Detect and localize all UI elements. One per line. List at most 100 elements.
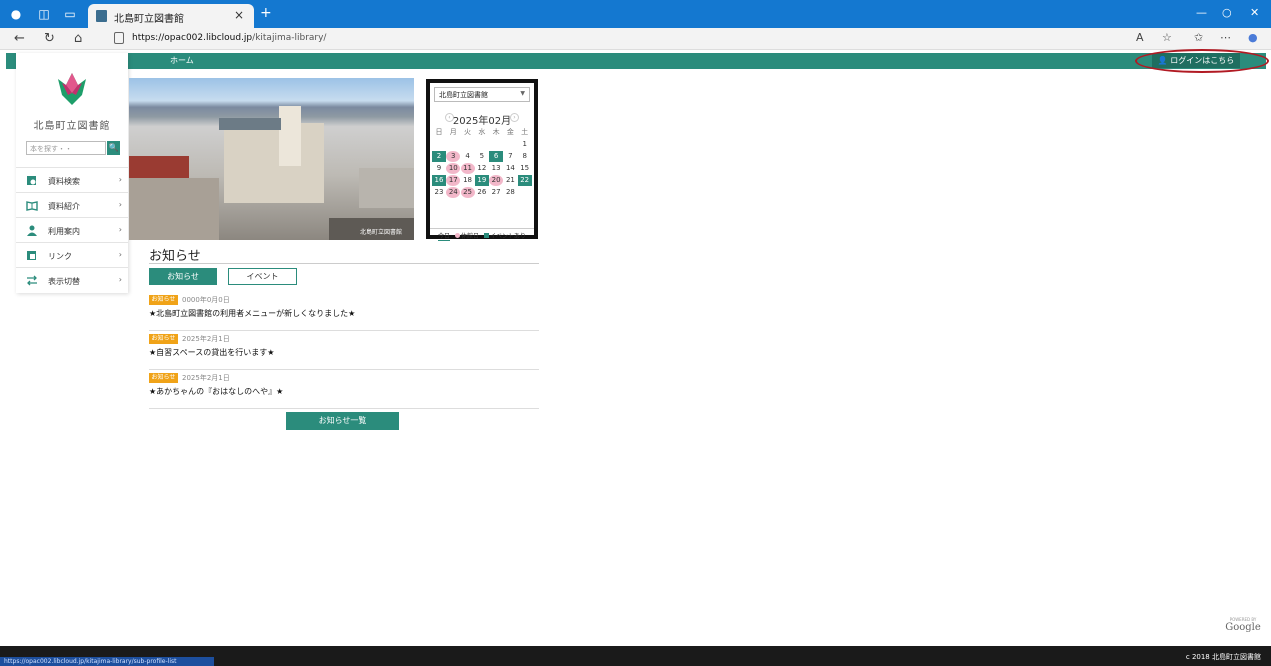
home-link[interactable]: ホーム: [170, 55, 194, 66]
copilot-icon[interactable]: ●: [1248, 31, 1258, 44]
calendar-day[interactable]: 16: [432, 175, 446, 186]
calendar-day[interactable]: 2: [432, 151, 446, 162]
menu-label: 資料紹介: [48, 202, 80, 211]
highlight-annotation-ring: [1135, 49, 1269, 73]
close-tab-icon[interactable]: ×: [234, 8, 244, 22]
more-icon[interactable]: ⋯: [1220, 31, 1231, 44]
close-window-icon[interactable]: ✕: [1250, 6, 1259, 19]
favorites-icon[interactable]: ✩: [1194, 31, 1203, 44]
calendar-day[interactable]: 11: [460, 163, 475, 174]
news-date: 0000年0月0日: [182, 296, 230, 304]
open-book-icon: [26, 201, 38, 211]
calendar-day: [489, 139, 503, 150]
event-square-icon: [483, 233, 489, 238]
news-item[interactable]: お知らせ 2025年2月1日 ★あかちゃんの『おはなしのへや』★: [149, 371, 539, 409]
legend-today[interactable]: 今日: [438, 233, 451, 241]
library-select[interactable]: 北島町立図書館 ▼: [434, 87, 530, 102]
status-bar-url: https://opac002.libcloud.jp/kitajima-lib…: [0, 657, 214, 666]
calendar-day[interactable]: 6: [489, 151, 504, 162]
calendar-day[interactable]: 12: [475, 163, 489, 174]
chevron-down-icon: ▼: [520, 90, 525, 97]
library-logo-icon[interactable]: [54, 69, 90, 109]
menu-item-material-search[interactable]: 資料検索 ›: [16, 167, 128, 192]
calendar-day[interactable]: 4: [461, 151, 475, 162]
search-input[interactable]: 本を探す・・: [26, 141, 106, 155]
url-field[interactable]: https://opac002.libcloud.jp/kitajima-lib…: [108, 30, 1118, 48]
news-title[interactable]: ★あかちゃんの『おはなしのへや』★: [149, 386, 283, 397]
chevron-right-icon: ›: [118, 200, 122, 209]
calendar-day[interactable]: 22: [517, 175, 532, 186]
menu-label: 利用案内: [48, 227, 80, 236]
calendar-day[interactable]: 26: [475, 187, 489, 198]
calendar-day[interactable]: 17: [446, 175, 461, 186]
calendar-day[interactable]: 25: [460, 187, 475, 198]
calendar-day[interactable]: 15: [518, 163, 532, 174]
calendar-day[interactable]: 23: [432, 187, 446, 198]
new-tab-button[interactable]: +: [260, 5, 272, 21]
holiday-dot-icon: [454, 233, 460, 238]
profile-icon[interactable]: ●: [8, 6, 24, 22]
workspaces-icon[interactable]: ◫: [36, 6, 52, 22]
tab-actions-icon[interactable]: ▭: [62, 6, 78, 22]
calendar-day[interactable]: 7: [503, 151, 517, 162]
news-badge: お知らせ: [149, 295, 178, 305]
calendar-day[interactable]: 18: [461, 175, 475, 186]
calendar-day: [432, 139, 446, 150]
refresh-icon[interactable]: ↻: [44, 31, 55, 46]
library-building-photo: 北島町立図書館: [129, 78, 414, 240]
calendar-day: [503, 139, 517, 150]
legend-holiday: 休館日: [460, 233, 479, 240]
calendar-day[interactable]: 27: [489, 187, 503, 198]
calendar-day[interactable]: 28: [503, 187, 517, 198]
address-bar-row: ← ↻ ⌂ https://opac002.libcloud.jp/kitaji…: [0, 28, 1271, 50]
calendar-day: [446, 139, 460, 150]
maximize-icon[interactable]: ○: [1222, 6, 1232, 19]
news-badge: お知らせ: [149, 334, 178, 344]
calendar-day[interactable]: 5: [475, 151, 489, 162]
switch-icon: [27, 275, 37, 286]
news-item[interactable]: お知らせ 0000年0月0日 ★北島町立図書館の利用者メニューが新しくなりました…: [149, 293, 539, 331]
minimize-icon[interactable]: —: [1196, 6, 1207, 19]
news-title[interactable]: ★北島町立図書館の利用者メニューが新しくなりました★: [149, 308, 355, 319]
browser-tab[interactable]: 北島町立図書館 ×: [88, 4, 254, 28]
read-aloud-icon[interactable]: A: [1136, 31, 1144, 44]
link-icon: [27, 251, 36, 260]
calendar-legend: 今日 休館日 イベントあり: [430, 228, 534, 241]
calendar-grid: 日月火水木金土 1 2 3 4 5 6 7 8 9 10 11 12 13 14 15 16 17 18 19 20 21…: [432, 127, 532, 199]
all-news-button[interactable]: お知らせ一覧: [286, 412, 399, 430]
back-icon[interactable]: ←: [14, 31, 25, 46]
tab-news[interactable]: お知らせ: [149, 268, 217, 285]
calendar-day[interactable]: 3: [446, 151, 461, 162]
news-heading: お知らせ: [149, 249, 201, 264]
calendar-day[interactable]: 8: [518, 151, 532, 162]
menu-item-display-switch[interactable]: 表示切替 ›: [16, 267, 128, 292]
menu-item-material-intro[interactable]: 資料紹介 ›: [16, 192, 128, 217]
library-select-value: 北島町立図書館: [439, 91, 488, 99]
news-date: 2025年2月1日: [182, 374, 230, 382]
calendar-day[interactable]: 13: [489, 163, 503, 174]
calendar-day[interactable]: 1: [518, 139, 532, 150]
site-header-bar: [6, 53, 1266, 69]
news-item[interactable]: お知らせ 2025年2月1日 ★自習スペースの貸出を行います★: [149, 332, 539, 370]
chevron-right-icon: ›: [118, 275, 122, 284]
calendar-day[interactable]: 14: [503, 163, 517, 174]
next-month-icon[interactable]: ›: [510, 113, 519, 122]
calendar-day[interactable]: 9: [432, 163, 446, 174]
tab-event[interactable]: イベント: [228, 268, 297, 285]
home-icon[interactable]: ⌂: [74, 31, 82, 46]
news-badge: お知らせ: [149, 373, 178, 383]
calendar-day[interactable]: 20: [489, 175, 504, 186]
menu-item-usage-guide[interactable]: 利用案内 ›: [16, 217, 128, 242]
calendar-day: [475, 139, 489, 150]
calendar-day[interactable]: 19: [474, 175, 489, 186]
calendar-day[interactable]: 21: [503, 175, 517, 186]
favorite-star-icon[interactable]: ☆: [1162, 31, 1172, 44]
calendar-day[interactable]: 10: [446, 163, 461, 174]
menu-item-links[interactable]: リンク ›: [16, 242, 128, 267]
news-title[interactable]: ★自習スペースの貸出を行います★: [149, 347, 274, 358]
calendar-day[interactable]: 24: [446, 187, 461, 198]
news-divider: [149, 263, 539, 264]
calendar-weekday-row: 日月火水木金土: [432, 127, 532, 138]
calendar-weekday: 水: [478, 128, 486, 136]
search-button[interactable]: 🔍: [107, 141, 120, 155]
